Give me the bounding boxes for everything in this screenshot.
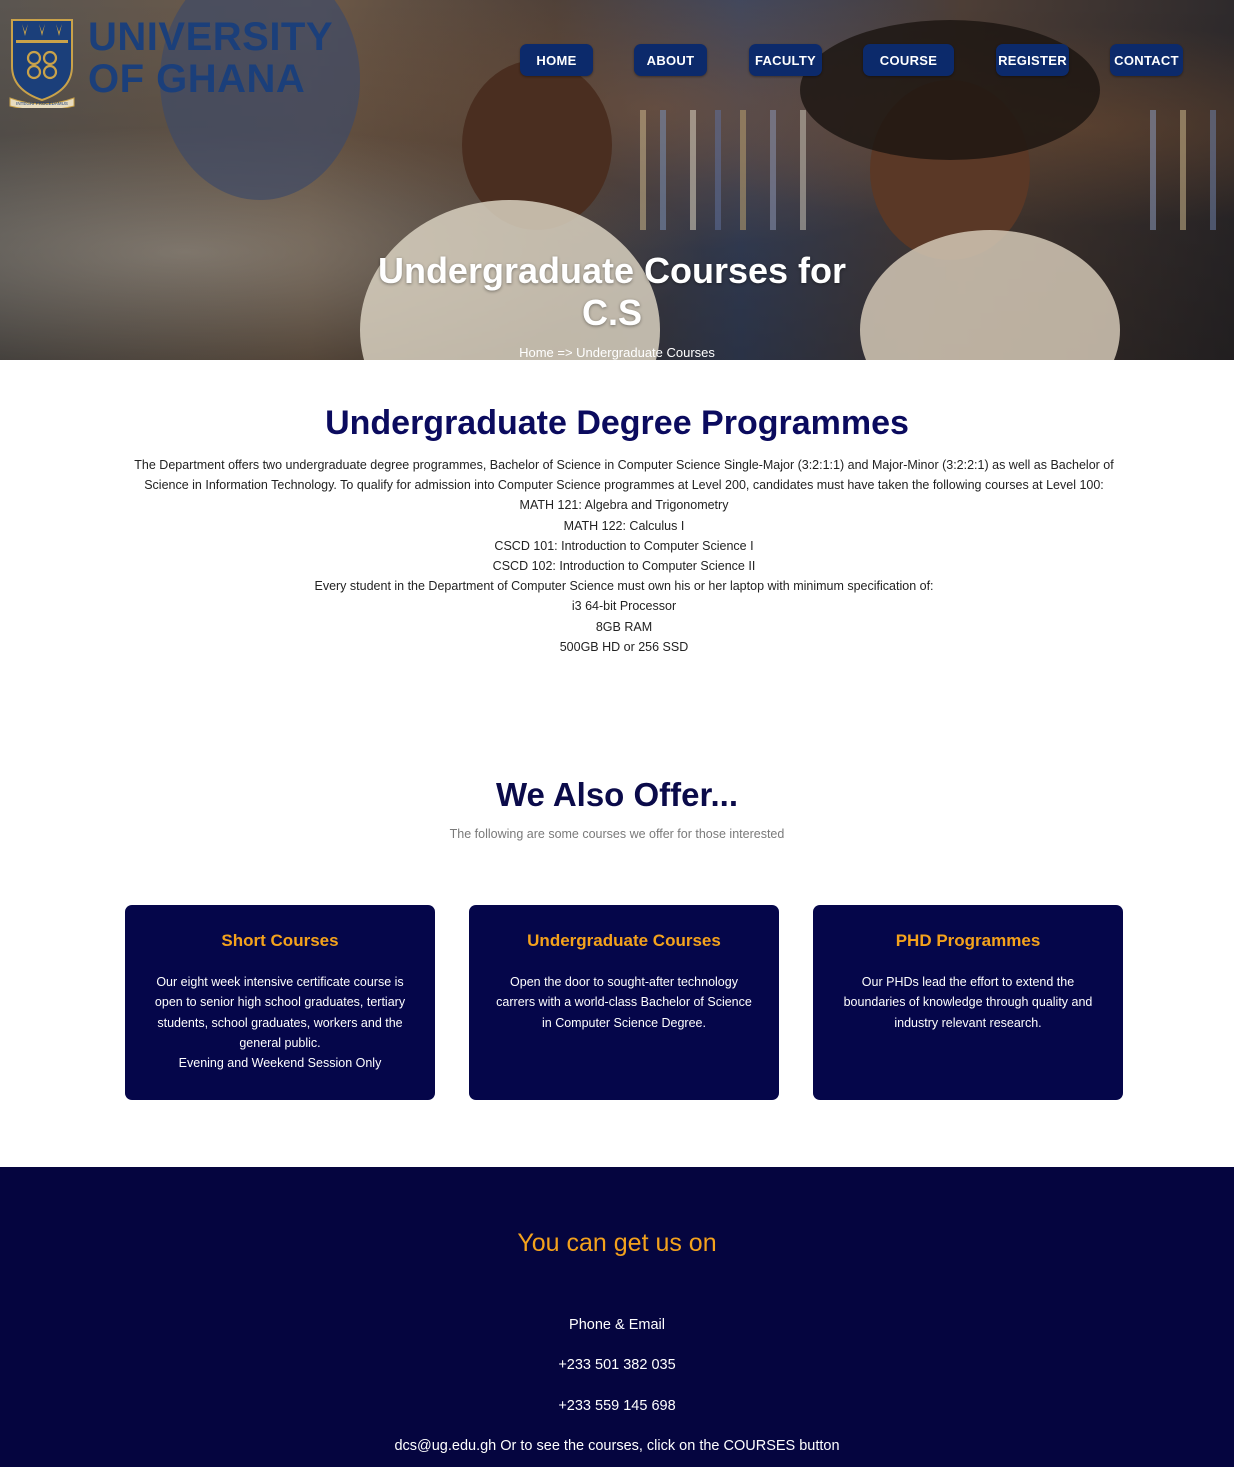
- nav-contact-button[interactable]: CONTACT: [1110, 44, 1183, 76]
- degree-intro-text: The Department offers two undergraduate …: [134, 458, 1114, 493]
- bookshelf-decor: [690, 110, 696, 230]
- nav-home-button[interactable]: HOME: [520, 44, 593, 76]
- email-line[interactable]: dcs@ug.edu.gh Or to see the courses, cli…: [0, 1438, 1234, 1454]
- prerequisite-item: CSCD 101: Introduction to Computer Scien…: [494, 538, 754, 553]
- footer-title: You can get us on: [517, 1229, 717, 1257]
- breadcrumb[interactable]: Home => Undergraduate Courses: [0, 345, 1234, 360]
- card-description: Our PHDs lead the effort to extend the b…: [843, 975, 1093, 1030]
- phd-programmes-card[interactable]: PHD Programmes Our PHDs lead the effort …: [813, 905, 1123, 1100]
- bookshelf-decor: [1210, 110, 1216, 230]
- offer-section-subtitle: The following are some courses we offer …: [449, 827, 785, 841]
- hero-title: Undergraduate Courses for C.S: [360, 250, 864, 334]
- nav-faculty-button[interactable]: FACULTY: [749, 44, 822, 76]
- bookshelf-decor: [770, 110, 776, 230]
- card-title: Undergraduate Courses: [527, 931, 721, 950]
- card-extra-note: Evening and Weekend Session Only: [178, 1056, 382, 1071]
- nav-about-button[interactable]: ABOUT: [634, 44, 707, 76]
- hero-banner: INTEGRI PROCEDAMUS UNIVERSITY OF GHANA H…: [0, 0, 1234, 360]
- prerequisite-item: CSCD 102: Introduction to Computer Scien…: [492, 559, 756, 574]
- offer-section-title: We Also Offer...: [495, 776, 739, 813]
- card-title: PHD Programmes: [895, 931, 1041, 950]
- bookshelf-decor: [1180, 110, 1186, 230]
- laptop-spec-item: 8GB RAM: [595, 619, 653, 634]
- degree-section-title: Undergraduate Degree Programmes: [325, 404, 909, 442]
- contact-heading: Phone & Email: [569, 1317, 665, 1333]
- laptop-spec-item: 500GB HD or 256 SSD: [559, 639, 689, 654]
- prerequisite-item: MATH 122: Calculus I: [563, 518, 685, 533]
- main-nav: HOME ABOUT FACULTY COURSE REGISTER CONTA…: [0, 44, 1234, 76]
- card-description: Our eight week intensive certificate cou…: [154, 975, 406, 1050]
- hero-title-line1: Undergraduate Courses for: [377, 250, 847, 291]
- contact-footer: You can get us on Phone & Email +233 501…: [0, 1167, 1234, 1467]
- phone-number[interactable]: +233 559 145 698: [0, 1398, 1234, 1414]
- card-title: Short Courses: [221, 931, 339, 950]
- degree-description: The Department offers two undergraduate …: [127, 455, 1121, 657]
- bookshelf-decor: [640, 110, 646, 230]
- nav-course-button[interactable]: COURSE: [863, 44, 954, 76]
- bookshelf-decor: [1150, 110, 1156, 230]
- undergraduate-courses-card[interactable]: Undergraduate Courses Open the door to s…: [469, 905, 779, 1100]
- laptop-spec-item: i3 64-bit Processor: [571, 599, 677, 614]
- prerequisite-item: MATH 121: Algebra and Trigonometry: [519, 498, 729, 513]
- bookshelf-decor: [800, 110, 806, 230]
- bookshelf-decor: [715, 110, 721, 230]
- short-courses-card[interactable]: Short Courses Our eight week intensive c…: [125, 905, 435, 1100]
- bookshelf-decor: [660, 110, 666, 230]
- card-text: Our eight week intensive certificate cou…: [147, 972, 413, 1073]
- hero-title-line2: C.S: [581, 292, 642, 333]
- card-description: Open the door to sought-after technology…: [496, 975, 752, 1030]
- laptop-requirement-text: Every student in the Department of Compu…: [314, 579, 934, 594]
- nav-register-button[interactable]: REGISTER: [996, 44, 1069, 76]
- motto-text: INTEGRI PROCEDAMUS: [16, 101, 68, 106]
- bookshelf-decor: [740, 110, 746, 230]
- phone-number[interactable]: +233 501 382 035: [0, 1357, 1234, 1373]
- student-figure: [800, 20, 1100, 160]
